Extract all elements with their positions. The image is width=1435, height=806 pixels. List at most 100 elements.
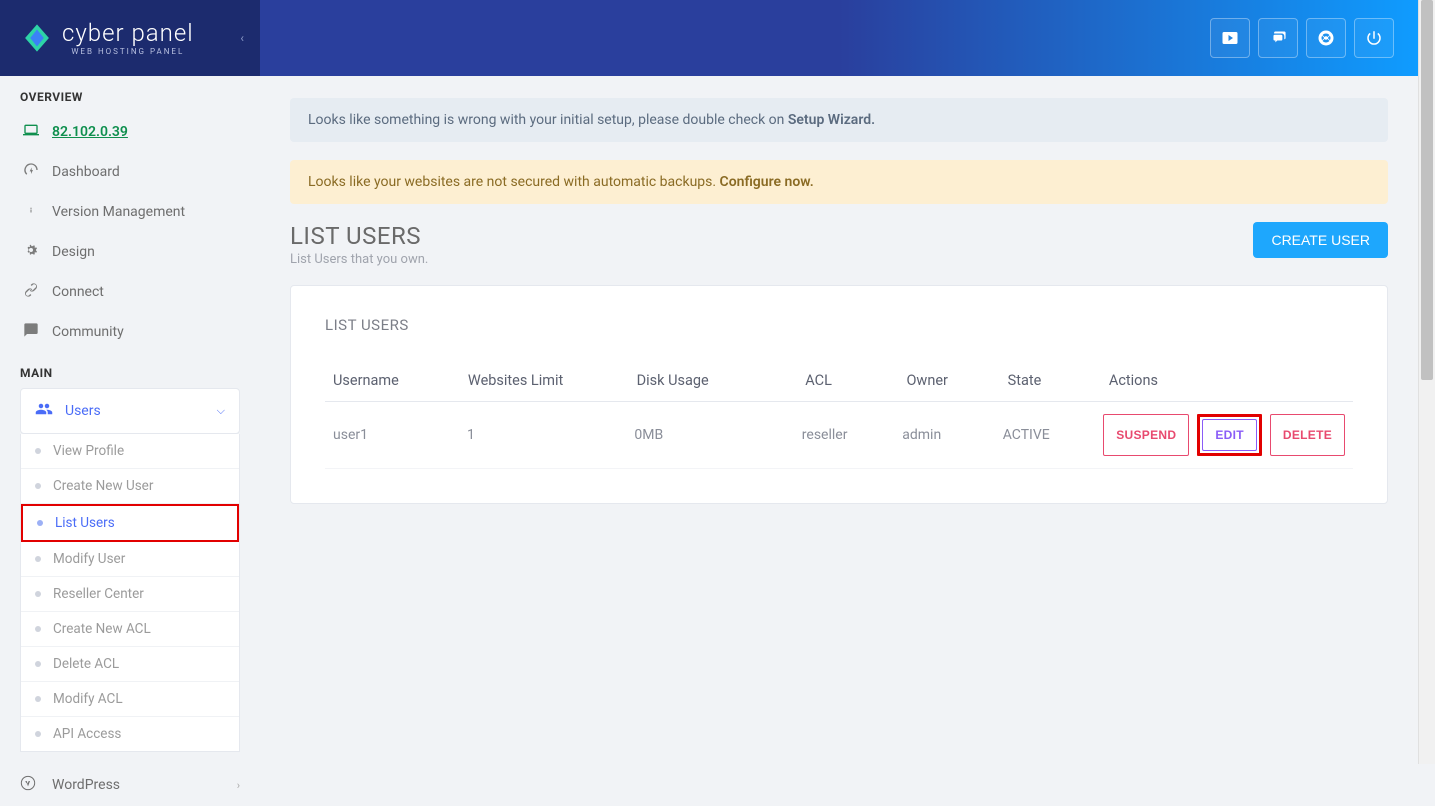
edit-highlight: EDIT [1197,414,1262,456]
cell-owner: admin [902,427,1002,443]
alert-backup-text: Looks like your websites are not secured… [308,174,720,190]
configure-now-link[interactable]: Configure now. [720,174,814,190]
alert-setup-text: Looks like something is wrong with your … [308,112,788,128]
setup-wizard-link[interactable]: Setup Wizard. [788,112,875,128]
th-actions: Actions [1109,372,1345,389]
gear-icon [20,242,42,262]
alert-setup: Looks like something is wrong with your … [290,98,1388,142]
cell-limit: 1 [467,427,634,443]
brand-name: cyber panel [62,21,194,45]
brand-subtitle: WEB HOSTING PANEL [62,47,194,56]
topbar [260,0,1418,76]
sidebar-item-connect[interactable]: Connect [0,272,260,312]
suspend-button[interactable]: SUSPEND [1103,414,1189,456]
card-title: LIST USERS [325,316,1353,334]
power-icon [1365,29,1383,47]
submenu-create-acl[interactable]: Create New ACL [21,612,239,647]
delete-button[interactable]: DELETE [1270,414,1345,456]
gauge-icon [20,162,42,182]
content: Looks like something is wrong with your … [260,76,1418,526]
dot-icon [37,520,43,526]
scrollbar[interactable] [1418,0,1435,764]
sidebar-collapse-icon[interactable]: ‹ [240,31,244,45]
users-label: Users [65,403,101,419]
community-label: Community [52,324,124,340]
sidebar: cyber panel WEB HOSTING PANEL ‹ OVERVIEW… [0,0,260,764]
edit-button[interactable]: EDIT [1202,419,1257,451]
ip-label: 82.102.0.39 [52,124,128,140]
scrollbar-thumb[interactable] [1421,0,1433,380]
wordpress-icon [20,775,42,795]
design-label: Design [52,244,95,260]
cell-state: ACTIVE [1003,427,1103,443]
sidebar-item-dashboard[interactable]: Dashboard [0,152,260,192]
dot-icon [35,731,41,737]
th-disk: Disk Usage [637,372,806,389]
support-button[interactable] [1306,18,1346,58]
submenu-modify-user[interactable]: Modify User [21,542,239,577]
submenu-create-user[interactable]: Create New User [21,469,239,504]
power-button[interactable] [1354,18,1394,58]
chat-button[interactable] [1258,18,1298,58]
th-username: Username [333,372,468,389]
cell-username: user1 [333,427,467,443]
create-user-button[interactable]: CREATE USER [1253,222,1388,258]
submenu-reseller-center[interactable]: Reseller Center [21,577,239,612]
dot-icon [35,661,41,667]
main: Looks like something is wrong with your … [260,0,1418,764]
sidebar-item-design[interactable]: Design [0,232,260,272]
table-row: user1 1 0MB reseller admin ACTIVE SUSPEN… [325,402,1353,469]
alert-backup: Looks like your websites are not secured… [290,160,1388,204]
sidebar-item-ip[interactable]: 82.102.0.39 [0,112,260,152]
section-overview: OVERVIEW [0,76,260,112]
dot-icon [35,556,41,562]
users-card: LIST USERS Username Websites Limit Disk … [290,285,1388,504]
dot-icon [35,626,41,632]
logo-icon [20,21,54,55]
users-table: Username Websites Limit Disk Usage ACL O… [325,360,1353,469]
cell-actions: SUSPEND EDIT DELETE [1103,414,1345,456]
dot-icon [35,591,41,597]
th-state: State [1008,372,1109,389]
wordpress-label: WordPress [52,777,120,793]
page-title: LIST USERS [290,222,428,250]
section-main: MAIN [0,352,260,388]
table-header: Username Websites Limit Disk Usage ACL O… [325,360,1353,402]
submenu-modify-acl[interactable]: Modify ACL [21,682,239,717]
youtube-icon [1221,29,1239,47]
connect-label: Connect [52,284,104,300]
th-owner: Owner [906,372,1007,389]
info-icon [20,202,42,222]
brand: cyber panel WEB HOSTING PANEL [62,21,194,56]
dashboard-label: Dashboard [52,164,120,180]
link-icon [20,282,42,302]
submenu-list-users[interactable]: List Users [21,504,239,542]
th-acl: ACL [805,372,906,389]
dot-icon [35,696,41,702]
lifebuoy-icon [1317,29,1335,47]
cell-disk: 0MB [634,427,801,443]
users-icon [35,400,57,422]
chat-icon [1269,29,1287,47]
chevron-down-icon: ⌵ [217,404,225,418]
sidebar-item-community[interactable]: Community [0,312,260,352]
youtube-button[interactable] [1210,18,1250,58]
chat-icon [20,322,42,342]
sidebar-header: cyber panel WEB HOSTING PANEL ‹ [0,0,260,76]
dot-icon [35,483,41,489]
th-limit: Websites Limit [468,372,637,389]
sidebar-item-users[interactable]: Users ⌵ [20,388,240,434]
submenu-delete-acl[interactable]: Delete ACL [21,647,239,682]
dot-icon [35,448,41,454]
sidebar-item-version[interactable]: Version Management [0,192,260,232]
submenu-view-profile[interactable]: View Profile [21,434,239,469]
page-header: LIST USERS List Users that you own. CREA… [290,222,1388,267]
laptop-icon [20,122,42,142]
chevron-right-icon: › [237,779,240,792]
submenu-api-access[interactable]: API Access [21,717,239,751]
version-label: Version Management [52,204,185,220]
cell-acl: reseller [802,427,902,443]
users-submenu: View Profile Create New User List Users … [20,434,240,752]
sidebar-item-wordpress[interactable]: WordPress › [0,764,260,806]
page-subtitle: List Users that you own. [290,252,428,267]
